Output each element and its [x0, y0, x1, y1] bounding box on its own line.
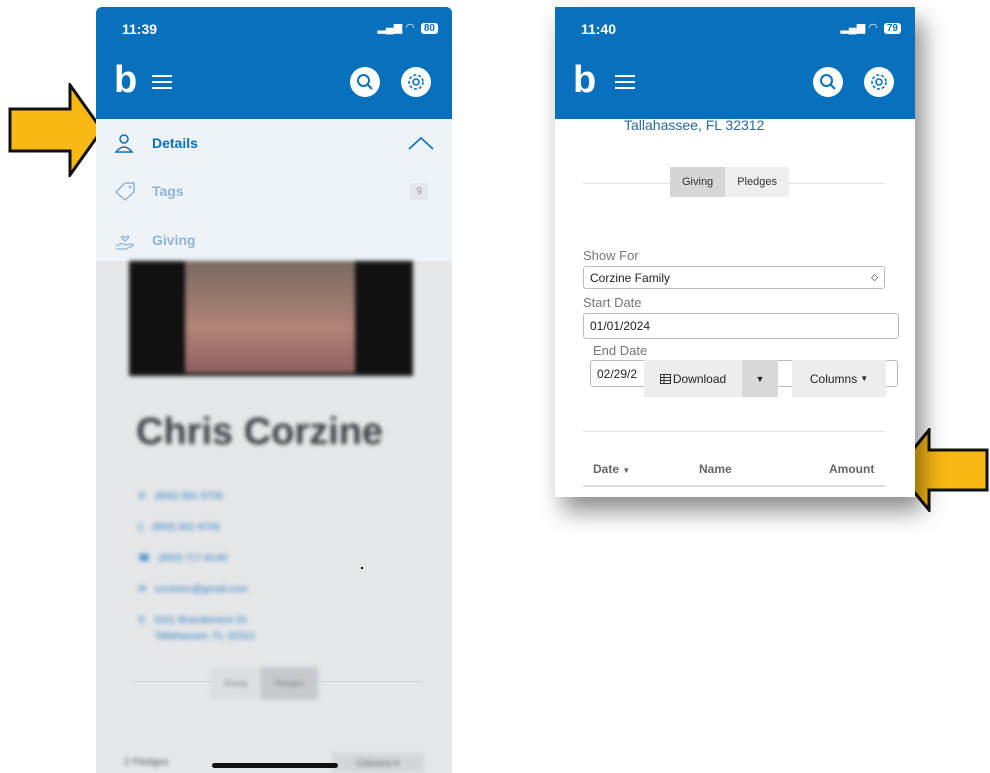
home-indicator — [212, 763, 338, 768]
contact-phone-2: ▯ (850) 591-9706 — [138, 522, 221, 533]
gear-icon — [871, 74, 887, 90]
phone-icon: ✆ — [138, 491, 147, 502]
location-icon: ⚲ — [138, 615, 146, 626]
hamburger-menu-icon[interactable] — [615, 75, 635, 89]
fax-icon: ☎ — [138, 553, 151, 564]
gear-icon — [408, 74, 424, 90]
caret-down-icon: ▼ — [755, 373, 765, 384]
tab-pledges[interactable]: Pledges — [725, 167, 789, 197]
show-for-select[interactable]: Corzine Family ◇ — [583, 266, 885, 289]
hand-heart-icon — [115, 235, 134, 250]
contact-list: ✆ (850) 591-9706 ▯ (850) 591-9706 ☎ (850… — [138, 481, 255, 645]
table-icon — [659, 373, 671, 384]
status-time: 11:39 — [122, 21, 158, 37]
pledges-count: 2 Pledges — [124, 757, 169, 768]
menu-item-label: Tags — [152, 183, 184, 199]
envelope-icon: ✉ — [138, 584, 147, 595]
giving-pledges-toggle: Giving Pledges — [210, 667, 318, 700]
battery-level: 80 — [420, 23, 438, 34]
caret-down-icon: ▼ — [860, 374, 869, 383]
address-line: Tallahassee, FL 32312 — [624, 117, 765, 133]
profile-section-menu: Details Tags 9 Giving — [96, 119, 452, 261]
menu-item-giving[interactable]: Giving — [114, 229, 434, 251]
tab-giving[interactable]: Giving — [670, 167, 726, 197]
menu-item-tags[interactable]: Tags 9 — [114, 181, 434, 201]
end-date-label: End Date — [593, 343, 648, 358]
app-logo[interactable]: b — [114, 61, 137, 99]
left-phone-screen: 11:39 ▂▄▆ ◠ 80 b Details Tags 9 Giving C… — [96, 7, 452, 773]
tab-pledges[interactable]: Pledges — [260, 667, 318, 700]
select-arrows-icon: ◇ — [871, 272, 878, 282]
divider — [583, 431, 885, 432]
search-button[interactable] — [350, 67, 380, 97]
start-date-label: Start Date — [583, 295, 642, 310]
search-icon — [820, 74, 836, 90]
app-header: 11:39 ▂▄▆ ◠ 80 b — [96, 7, 452, 119]
menu-item-label: Details — [152, 135, 198, 151]
settings-button[interactable] — [864, 67, 894, 97]
profile-name: Chris Corzine — [136, 411, 384, 453]
table-header-date[interactable]: Date ▼ — [593, 462, 630, 476]
battery-level: 79 — [883, 23, 901, 34]
start-date-input[interactable]: 01/01/2024 — [583, 313, 899, 339]
person-icon — [114, 134, 134, 153]
search-icon — [357, 74, 373, 90]
status-icons: ▂▄▆ ◠ 80 — [377, 21, 438, 34]
table-header-name[interactable]: Name — [699, 462, 732, 476]
download-button[interactable]: Download — [644, 360, 742, 397]
tags-count-badge: 9 — [410, 182, 428, 200]
columns-button[interactable]: Columns ▾ — [332, 753, 424, 773]
status-time: 11:40 — [581, 21, 617, 37]
arrow-right-icon — [8, 83, 104, 177]
contact-address: ⚲ 3101 Brandemere Dr. Tallahassee, FL 32… — [138, 615, 255, 642]
contact-phone-1: ✆ (850) 591-9706 — [138, 491, 224, 502]
sort-caret-icon: ▼ — [622, 466, 631, 475]
chevron-up-icon[interactable] — [408, 136, 434, 150]
show-for-value: Corzine Family — [590, 270, 671, 285]
profile-photo-face — [185, 261, 355, 373]
stray-dot — [361, 567, 363, 569]
menu-item-details[interactable]: Details — [114, 133, 434, 153]
mobile-icon: ▯ — [138, 522, 144, 533]
settings-button[interactable] — [401, 67, 431, 97]
contact-phone-3: ☎ (850) 717-8140 — [138, 553, 228, 564]
giving-pledges-toggle: Giving Pledges — [670, 167, 789, 197]
profile-photo — [129, 261, 413, 376]
show-for-label: Show For — [583, 248, 639, 263]
app-logo[interactable]: b — [573, 61, 596, 99]
tab-giving[interactable]: Giving — [210, 667, 261, 700]
app-header: 11:40 ▂▄▆ ◠ 79 b — [555, 7, 915, 119]
status-icons: ▂▄▆ ◠ 79 — [840, 21, 901, 34]
download-dropdown-toggle[interactable]: ▼ — [742, 360, 778, 397]
hamburger-menu-icon[interactable] — [152, 75, 172, 89]
right-phone-screen: 11:40 ▂▄▆ ◠ 79 b Tallahassee, FL 32312 G… — [555, 7, 915, 497]
search-button[interactable] — [813, 67, 843, 97]
contact-email: ✉ corzinec@gmail.com — [138, 584, 248, 595]
menu-item-label: Giving — [152, 232, 196, 248]
table-header-amount[interactable]: Amount — [829, 462, 874, 476]
table-header-border — [583, 485, 885, 487]
columns-button[interactable]: Columns ▼ — [792, 360, 886, 397]
tag-icon — [114, 182, 135, 201]
